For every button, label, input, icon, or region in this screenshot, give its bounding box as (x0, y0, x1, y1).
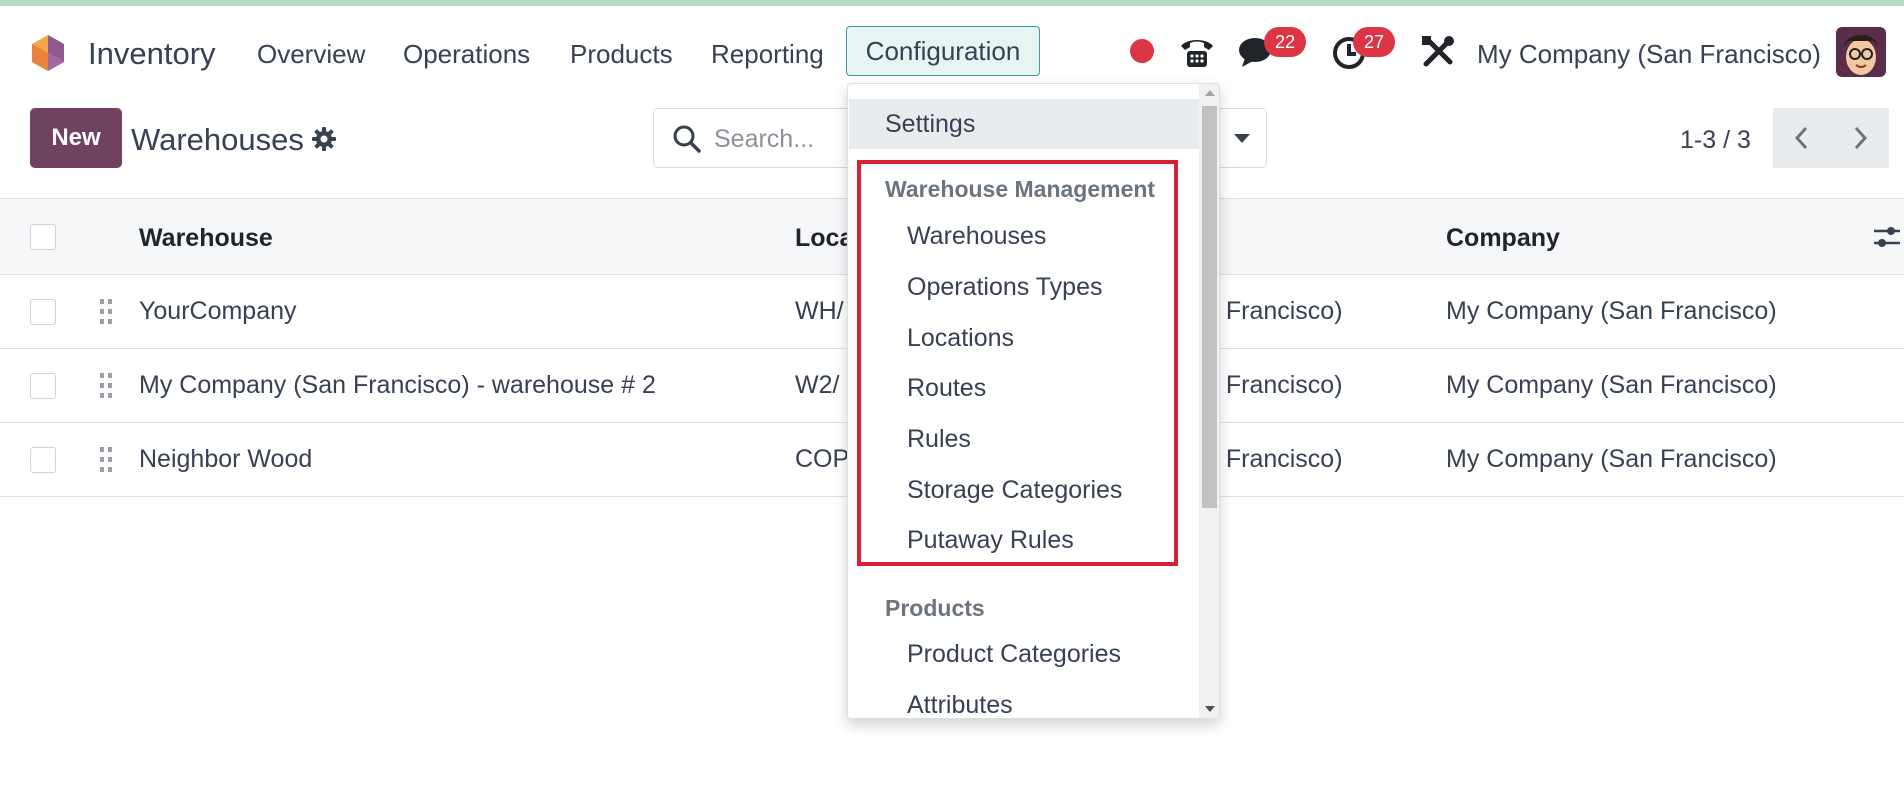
chevron-left-icon (1794, 126, 1808, 150)
phone-icon[interactable] (1177, 32, 1217, 72)
dropdown-item-storage-categories[interactable]: Storage Categories (907, 476, 1122, 505)
menu-configuration[interactable]: Configuration (846, 26, 1040, 76)
pager-value[interactable]: 1-3 / 3 (1680, 126, 1751, 155)
select-all-checkbox[interactable] (30, 224, 56, 250)
app-name[interactable]: Inventory (88, 36, 216, 72)
scroll-down-arrow-icon[interactable] (1205, 706, 1215, 712)
dropdown-item-attributes[interactable]: Attributes (907, 691, 1013, 718)
search-icon (673, 125, 701, 153)
dropdown-item-rules[interactable]: Rules (907, 425, 971, 454)
pager-previous-button[interactable] (1773, 108, 1831, 168)
messages-badge: 22 (1264, 27, 1306, 57)
optional-columns-icon[interactable] (1872, 223, 1902, 251)
user-avatar[interactable] (1836, 27, 1886, 77)
page-title: Warehouses (131, 122, 304, 157)
cell-company: My Company (San Francisco) (1446, 297, 1777, 325)
cell-company: My Company (San Francisco) (1446, 445, 1777, 473)
cell-address: n Francisco) (1205, 297, 1343, 325)
drag-handle-icon[interactable] (98, 445, 114, 475)
dropdown-item-locations[interactable]: Locations (907, 324, 1014, 353)
configuration-dropdown-menu: Settings Warehouse Management Warehouses… (847, 83, 1220, 719)
column-header-warehouse[interactable]: Warehouse (139, 224, 273, 253)
cell-company: My Company (San Francisco) (1446, 371, 1777, 399)
menu-overview[interactable]: Overview (257, 39, 365, 70)
dropdown-item-operations-types[interactable]: Operations Types (907, 273, 1102, 302)
cell-location: W2/ (795, 371, 840, 399)
row-checkbox[interactable] (30, 447, 56, 473)
gear-icon[interactable] (311, 126, 337, 152)
dropdown-scrollbar[interactable] (1199, 84, 1219, 718)
new-button[interactable]: New (30, 108, 122, 168)
drag-handle-icon[interactable] (98, 297, 114, 327)
activities-badge: 27 (1353, 27, 1395, 57)
dropdown-item-warehouses[interactable]: Warehouses (907, 222, 1046, 251)
inventory-app-icon[interactable] (30, 33, 66, 73)
row-checkbox[interactable] (30, 299, 56, 325)
cell-location: COP (795, 445, 850, 473)
dropdown-item-product-categories[interactable]: Product Categories (907, 640, 1121, 669)
dropdown-item-settings[interactable]: Settings (885, 110, 975, 139)
cell-location: WH/ (795, 297, 844, 325)
search-options-caret-icon[interactable] (1234, 134, 1250, 143)
column-header-location[interactable]: Loca (795, 224, 853, 253)
cell-warehouse: Neighbor Wood (139, 445, 313, 473)
tools-icon[interactable] (1418, 32, 1458, 72)
menu-products[interactable]: Products (570, 39, 673, 70)
column-header-company[interactable]: Company (1446, 224, 1560, 253)
section-header-warehouse-management: Warehouse Management (885, 176, 1156, 202)
cell-warehouse: My Company (San Francisco) - warehouse #… (139, 371, 656, 399)
cell-warehouse: YourCompany (139, 297, 297, 325)
scroll-up-arrow-icon[interactable] (1205, 90, 1215, 96)
cell-address: n Francisco) (1205, 445, 1343, 473)
drag-handle-icon[interactable] (98, 371, 114, 401)
menu-reporting[interactable]: Reporting (711, 39, 824, 70)
company-switcher[interactable]: My Company (San Francisco) (1477, 39, 1821, 70)
scrollbar-thumb[interactable] (1202, 106, 1217, 508)
recording-indicator-icon[interactable] (1130, 39, 1154, 63)
row-checkbox[interactable] (30, 373, 56, 399)
cell-address: n Francisco) (1205, 371, 1343, 399)
menu-operations[interactable]: Operations (403, 39, 530, 70)
chevron-right-icon (1854, 126, 1868, 150)
dropdown-item-putaway-rules[interactable]: Putaway Rules (907, 526, 1074, 555)
dropdown-item-routes[interactable]: Routes (907, 374, 986, 403)
pager-next-button[interactable] (1831, 108, 1889, 168)
search-input[interactable]: Search... (714, 125, 814, 154)
section-header-products: Products (885, 595, 985, 621)
